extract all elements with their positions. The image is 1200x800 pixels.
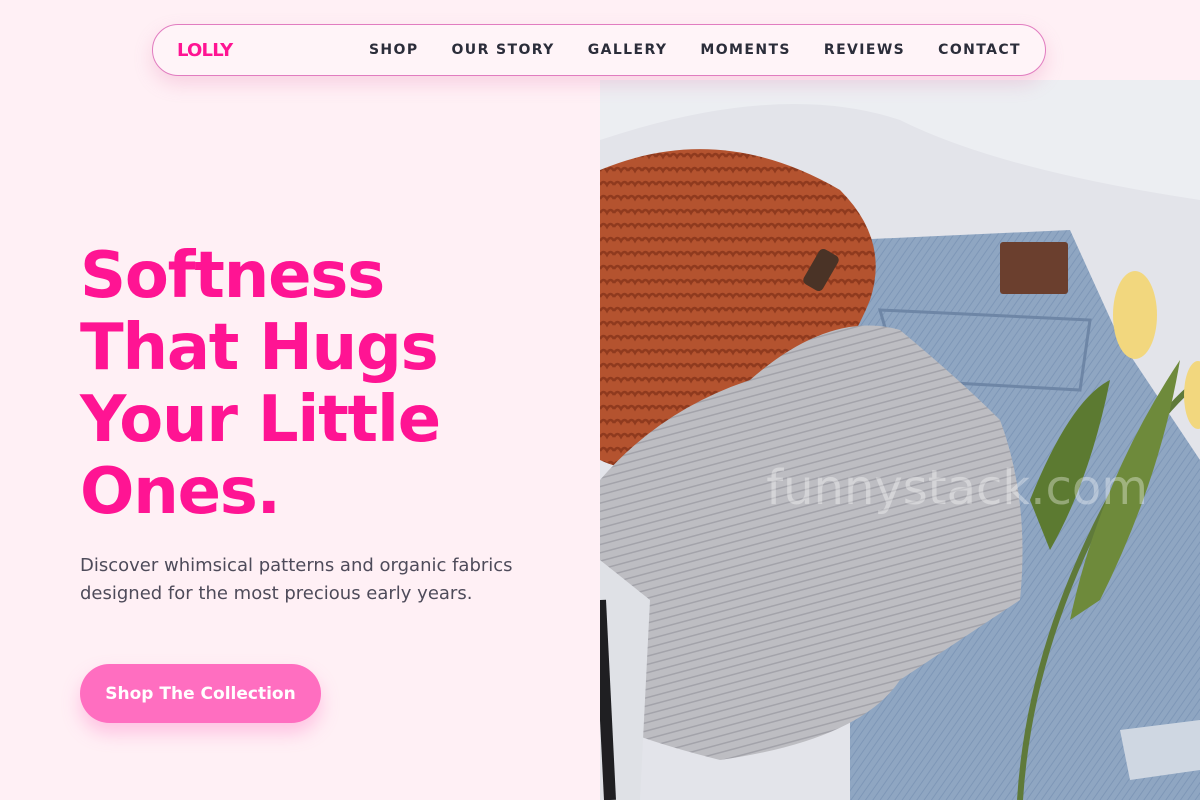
hero-headline: Softness That Hugs Your Little Ones. [80, 240, 580, 528]
image-watermark: funnystack.com [766, 460, 1148, 516]
hero-image: funnystack.com [600, 80, 1200, 800]
top-navigation-bar: LOLLY SHOP OUR STORY GALLERY MOMENTS REV… [152, 24, 1046, 76]
nav-link-our-story[interactable]: OUR STORY [452, 42, 555, 58]
hero-headline-line-3: Your Little [80, 383, 441, 457]
nav-link-reviews[interactable]: REVIEWS [824, 42, 905, 58]
clothing-flatlay-illustration: funnystack.com [600, 80, 1200, 800]
nav-link-contact[interactable]: CONTACT [938, 42, 1021, 58]
nav-menu: SHOP OUR STORY GALLERY MOMENTS REVIEWS C… [369, 42, 1021, 58]
shop-collection-button[interactable]: Shop The Collection [80, 664, 321, 723]
hero-text-section: Softness That Hugs Your Little Ones. Dis… [80, 240, 580, 608]
hero-headline-line-1: Softness [80, 239, 385, 313]
nav-link-moments[interactable]: MOMENTS [700, 42, 790, 58]
yellow-tulip [1113, 271, 1157, 359]
nav-link-gallery[interactable]: GALLERY [588, 42, 668, 58]
hero-headline-line-2: That Hugs [80, 311, 439, 385]
hero-description: Discover whimsical patterns and organic … [80, 555, 513, 604]
brand-logo[interactable]: LOLLY [177, 40, 233, 61]
hero-headline-line-4: Ones. [80, 455, 281, 529]
jeans-leather-patch [1000, 242, 1068, 294]
nav-link-shop[interactable]: SHOP [369, 42, 419, 58]
